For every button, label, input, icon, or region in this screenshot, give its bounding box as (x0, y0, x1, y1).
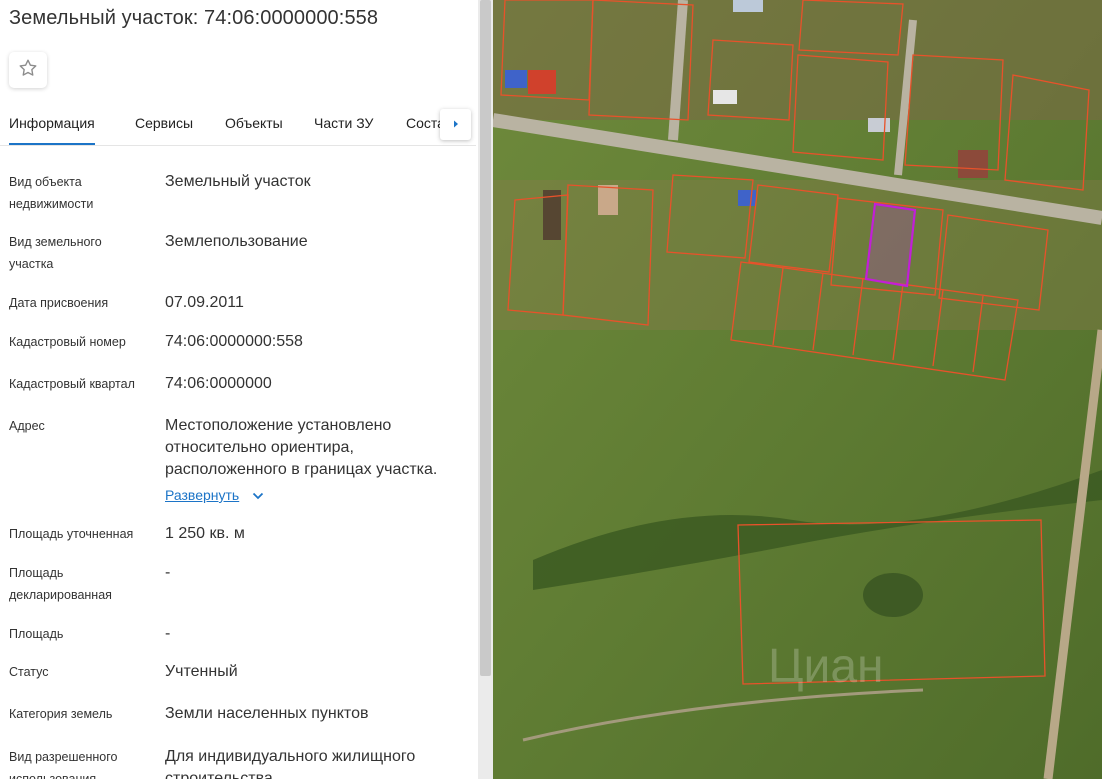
tab-bar: Информация Сервисы Объекты Части ЗУ Сост… (0, 104, 476, 146)
bush (863, 573, 923, 617)
house-roof (738, 190, 756, 206)
house-roof (733, 0, 763, 12)
house-roof (868, 118, 890, 132)
tabs-next-button[interactable] (440, 109, 471, 140)
tab-information[interactable]: Информация (9, 115, 95, 145)
panel-scrollbar[interactable] (478, 0, 493, 779)
house-roof (505, 70, 527, 88)
field-label: Адрес (9, 419, 45, 433)
field-label: Вид объекта недвижимости (9, 175, 94, 211)
field-label: Вид земельного участка (9, 235, 102, 271)
building (598, 185, 618, 215)
map-canvas[interactable]: Циан (493, 0, 1102, 779)
field-value: Для индивидуального жилищного строительс… (165, 748, 416, 779)
field-label: Площадь уточненная (9, 527, 134, 541)
expand-link[interactable]: Развернуть (165, 484, 239, 506)
star-icon (17, 57, 39, 84)
field-value: 1 250 кв. м (165, 525, 245, 542)
chevron-down-icon[interactable] (252, 485, 264, 507)
house-roof (958, 150, 988, 178)
page-title: Земельный участок: 74:06:0000000:558 (9, 7, 379, 29)
house-roof (528, 70, 556, 94)
tab-services[interactable]: Сервисы (135, 115, 193, 131)
tab-objects[interactable]: Объекты (225, 115, 283, 131)
field-value-wrap: Местоположение установлено относительно … (165, 415, 465, 507)
field-value: Земельный участок (165, 173, 311, 190)
field-label: Площадь декларированная (9, 566, 112, 602)
favorite-button[interactable] (9, 52, 47, 88)
field-label: Дата присвоения (9, 296, 109, 310)
field-value: - (165, 564, 171, 581)
field-value: Земли населенных пунктов (165, 705, 369, 722)
field-label: Вид разрешенного использования (9, 750, 118, 779)
field-value: 07.09.2011 (165, 294, 244, 311)
field-value: - (165, 625, 171, 642)
address-text: Местоположение установлено относительно … (165, 417, 438, 478)
tab-parts[interactable]: Части ЗУ (314, 115, 373, 131)
field-label: Статус (9, 665, 49, 679)
field-value: 74:06:0000000 (165, 375, 272, 392)
field-value: Землепользование (165, 233, 308, 250)
house-roof (713, 90, 737, 104)
field-label: Категория земель (9, 707, 113, 721)
field-value: Учтенный (165, 663, 238, 680)
field-value: 74:06:0000000:558 (165, 333, 303, 350)
caret-right-icon (451, 116, 461, 134)
info-panel: Земельный участок: 74:06:0000000:558 Инф… (0, 0, 478, 779)
selected-parcel (864, 202, 917, 288)
field-label: Площадь (9, 627, 64, 641)
field-label: Кадастровый номер (9, 335, 126, 349)
satellite-map[interactable]: Циан (493, 0, 1102, 779)
scrollbar-thumb[interactable] (480, 0, 491, 676)
map-watermark: Циан (768, 640, 884, 693)
field-label: Кадастровый квартал (9, 377, 135, 391)
